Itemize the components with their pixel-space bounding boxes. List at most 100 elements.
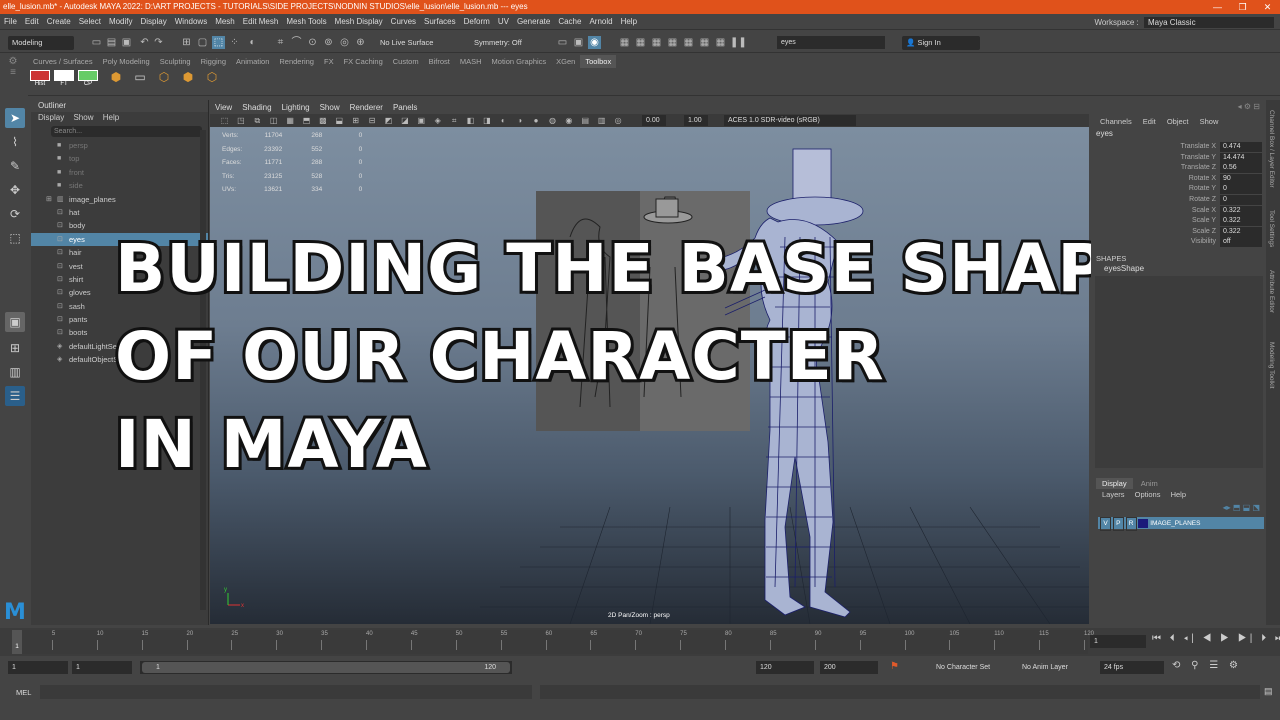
- menu-deform[interactable]: Deform: [460, 14, 494, 30]
- select-component-icon[interactable]: ⬚: [212, 36, 225, 49]
- menu-windows[interactable]: Windows: [171, 14, 211, 30]
- shelf-tab-animation[interactable]: Animation: [231, 55, 274, 68]
- shelf-tab-mash[interactable]: MASH: [455, 55, 487, 68]
- viewport-tool-2-icon[interactable]: ◳: [234, 114, 247, 127]
- channel-attr-value[interactable]: 14.474: [1220, 152, 1262, 163]
- shelf-options-icon[interactable]: ⚙ ≡: [4, 56, 22, 96]
- viewport-menu-lighting[interactable]: Lighting: [277, 101, 315, 114]
- shelf-tab-poly-modeling[interactable]: Poly Modeling: [98, 55, 155, 68]
- gamma-field[interactable]: 1.00: [684, 115, 708, 126]
- channel-attr-value[interactable]: 0: [1220, 194, 1262, 205]
- new-scene-icon[interactable]: ▭: [90, 36, 103, 49]
- workspace-dropdown[interactable]: Maya Classic: [1144, 17, 1274, 28]
- viewport-tool-4-icon[interactable]: ◫: [267, 114, 280, 127]
- undo-icon[interactable]: ↶: [138, 36, 151, 49]
- menu-help[interactable]: Help: [617, 14, 641, 30]
- menu-edit-mesh[interactable]: Edit Mesh: [239, 14, 283, 30]
- menu-display[interactable]: Display: [137, 14, 171, 30]
- cb-menu-edit[interactable]: Edit: [1143, 117, 1156, 126]
- viewport-tool-9-icon[interactable]: ⊞: [349, 114, 362, 127]
- layer-buttons[interactable]: ◂▸ ⬒ ⬓ ⬔: [1096, 501, 1266, 515]
- render-frame-icon[interactable]: ▣: [572, 36, 585, 49]
- viewport-tool-8-icon[interactable]: ⬓: [333, 114, 346, 127]
- layer-visibility-toggle[interactable]: V: [1100, 517, 1111, 531]
- layer-tab-anim[interactable]: Anim: [1135, 478, 1164, 489]
- menu-mesh-display[interactable]: Mesh Display: [331, 14, 387, 30]
- toggle-panel-6-icon[interactable]: ▦: [698, 36, 711, 49]
- viewport-menu-view[interactable]: View: [210, 101, 237, 114]
- shelf-tool-1-icon[interactable]: ⬢: [106, 70, 126, 92]
- viewport-tool-25-icon[interactable]: ◎: [612, 114, 625, 127]
- viewport-tool-11-icon[interactable]: ◩: [382, 114, 395, 127]
- viewport-tool-17-icon[interactable]: ◨: [480, 114, 493, 127]
- select-mask-icon[interactable]: ⁘: [228, 36, 241, 49]
- menu-arnold[interactable]: Arnold: [585, 14, 616, 30]
- channel-attr-value[interactable]: 90: [1220, 173, 1262, 184]
- shelf-tool-4-icon[interactable]: ⬢: [178, 70, 198, 92]
- outliner-menu-display[interactable]: Display: [38, 113, 64, 122]
- color-space-dropdown[interactable]: ACES 1.0 SDR-video (sRGB): [724, 115, 856, 126]
- toggle-panel-7-icon[interactable]: ▦: [714, 36, 727, 49]
- viewport-tool-1-icon[interactable]: ⬚: [218, 114, 231, 127]
- viewport-tool-22-icon[interactable]: ◉: [562, 114, 575, 127]
- rotate-tool-icon[interactable]: ⟳: [5, 204, 25, 224]
- outliner-layout-icon[interactable]: ☰: [5, 386, 25, 406]
- two-layout-icon[interactable]: ▥: [5, 362, 25, 382]
- menu-uv[interactable]: UV: [494, 14, 513, 30]
- channel-attr-row[interactable]: Translate Z 0.56: [1091, 163, 1266, 174]
- menu-edit[interactable]: Edit: [21, 14, 43, 30]
- fps-dropdown[interactable]: 24 fps: [1100, 661, 1164, 674]
- channel-attr-value[interactable]: 0.474: [1220, 142, 1262, 152]
- minimize-button[interactable]: —: [1205, 0, 1230, 14]
- channel-attr-value[interactable]: 0.56: [1220, 163, 1262, 174]
- scale-tool-icon[interactable]: ⬚: [5, 228, 25, 248]
- current-time-marker[interactable]: 1: [12, 630, 22, 654]
- channel-attr-row[interactable]: Visibility off: [1091, 237, 1266, 248]
- range-slider[interactable]: 1 120: [140, 661, 512, 674]
- outliner-item[interactable]: ■ persp: [31, 139, 208, 152]
- channel-attr-row[interactable]: Scale X 0.322: [1091, 205, 1266, 217]
- select-object-icon[interactable]: ▢: [196, 36, 209, 49]
- snap-grid-icon[interactable]: ⌗: [274, 36, 287, 49]
- outliner-search-input[interactable]: Search...: [51, 126, 202, 137]
- viewport-tool-13-icon[interactable]: ▣: [415, 114, 428, 127]
- character-set-dropdown[interactable]: No Character Set: [932, 661, 1012, 674]
- toggle-panel-4-icon[interactable]: ▦: [666, 36, 679, 49]
- viewport-menu-shading[interactable]: Shading: [237, 101, 276, 114]
- menu-modify[interactable]: Modify: [105, 14, 137, 30]
- viewport-tool-15-icon[interactable]: ⌗: [448, 114, 461, 127]
- paint-select-icon[interactable]: ✎: [5, 156, 25, 176]
- range-slider-handle[interactable]: 1 120: [142, 662, 510, 673]
- playback-start-field[interactable]: 1: [72, 661, 132, 674]
- mode-dropdown[interactable]: Modeling: [8, 36, 74, 50]
- viewport-tool-19-icon[interactable]: ◑: [513, 114, 526, 127]
- symmetry-dropdown[interactable]: Symmetry: Off: [470, 36, 538, 50]
- channel-attr-row[interactable]: Rotate Z 0: [1091, 194, 1266, 206]
- select-tool-icon[interactable]: ➤: [5, 108, 25, 128]
- playback-options-icons[interactable]: ⟲ ⚲ ☰ ⚙: [1172, 660, 1242, 671]
- scene-end-field[interactable]: 200: [820, 661, 878, 674]
- menu-generate[interactable]: Generate: [513, 14, 554, 30]
- tab-tool-settings[interactable]: Tool Settings: [1268, 210, 1275, 247]
- outliner-menu-help[interactable]: Help: [103, 113, 119, 122]
- channel-attr-row[interactable]: Translate Y 14.474: [1091, 152, 1266, 164]
- shelf-button-ft[interactable]: FT: [54, 70, 74, 92]
- lasso-tool-icon[interactable]: ⌇: [5, 132, 25, 152]
- viewport-tool-7-icon[interactable]: ▩: [316, 114, 329, 127]
- pause-icon[interactable]: ❚❚: [730, 36, 747, 49]
- channel-attr-row[interactable]: Scale Y 0.322: [1091, 216, 1266, 227]
- outliner-item[interactable]: ⊡ hat: [31, 206, 208, 219]
- single-layout-icon[interactable]: ▣: [5, 312, 25, 332]
- viewport-tool-18-icon[interactable]: ◐: [497, 114, 510, 127]
- channel-attr-row[interactable]: Translate X 0.474: [1091, 142, 1266, 153]
- viewport-menu-show[interactable]: Show: [315, 101, 345, 114]
- channel-attr-row[interactable]: Scale Z 0.322: [1091, 226, 1266, 238]
- channel-box-icons[interactable]: ◂ ⚙ ⊟: [1238, 102, 1260, 111]
- select-hierarchy-icon[interactable]: ⊞: [180, 36, 193, 49]
- channel-attr-value[interactable]: off: [1220, 237, 1262, 248]
- channel-attr-value[interactable]: 0.322: [1220, 205, 1262, 216]
- menu-surfaces[interactable]: Surfaces: [420, 14, 460, 30]
- viewport-tool-16-icon[interactable]: ◧: [464, 114, 477, 127]
- time-slider[interactable]: 1510152025303540455055606570758085909510…: [0, 628, 1280, 656]
- search-input[interactable]: eyes: [777, 36, 885, 49]
